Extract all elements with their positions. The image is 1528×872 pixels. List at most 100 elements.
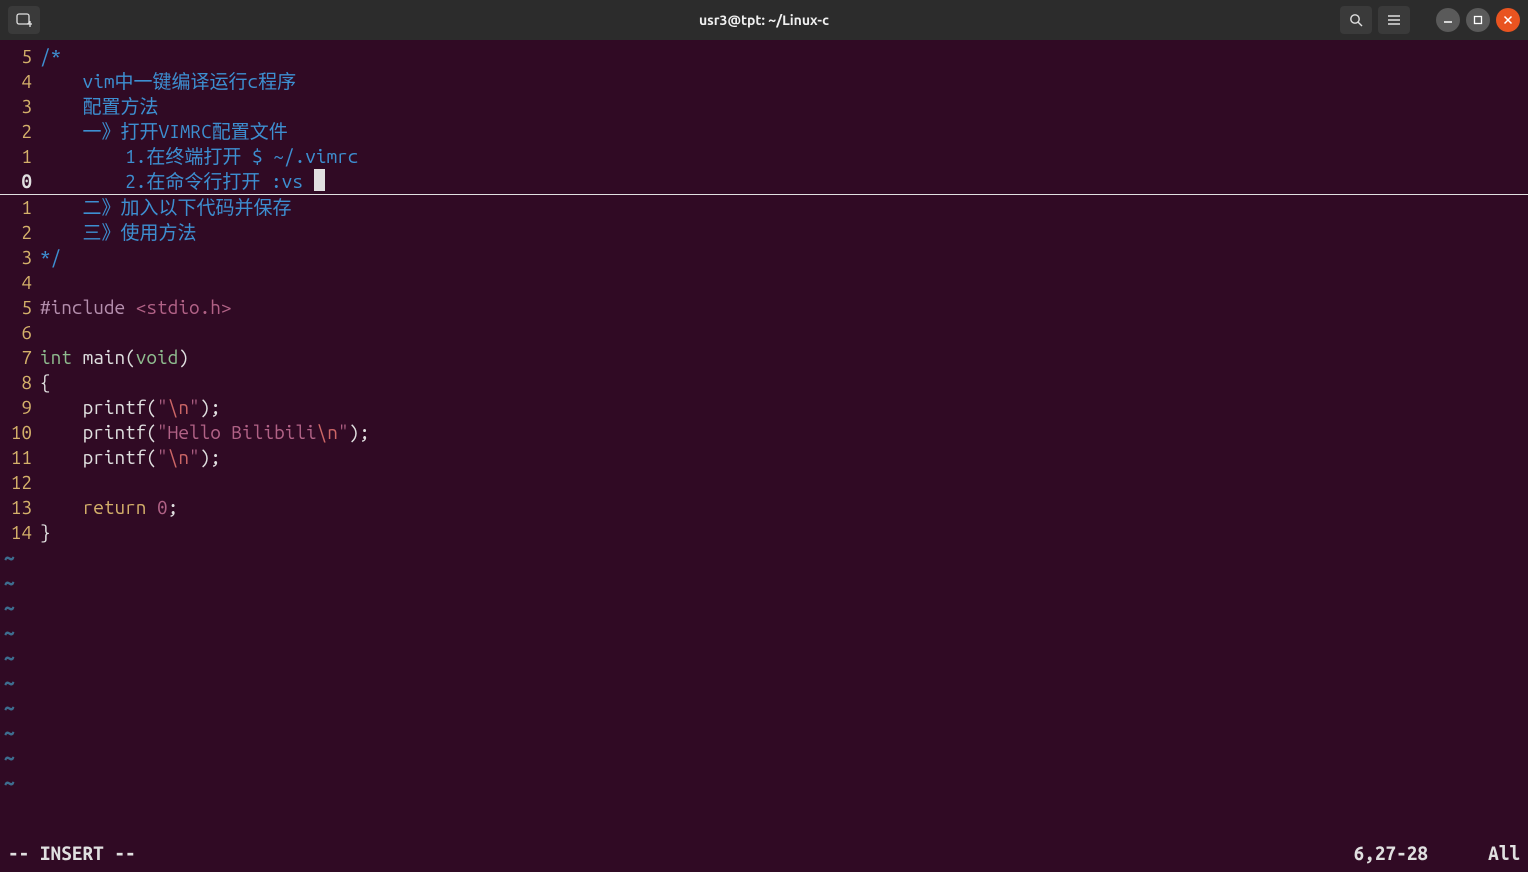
code-line[interactable]: 13 return 0; [0, 495, 1528, 520]
search-icon [1349, 13, 1363, 27]
gutter-number: 12 [0, 470, 40, 495]
minimize-icon [1443, 15, 1453, 25]
code-content [40, 470, 1528, 495]
gutter-number: 8 [0, 370, 40, 395]
gutter-number: 2 [0, 220, 40, 245]
gutter-number: 14 [0, 520, 40, 545]
code-line[interactable]: 4 vim中一键编译运行c程序 [0, 69, 1528, 94]
terminal-plus-icon [16, 13, 32, 27]
empty-line: ~ [0, 595, 1528, 620]
gutter-number: 6 [0, 320, 40, 345]
gutter-number: 3 [0, 245, 40, 270]
code-line[interactable]: 3 */ [0, 245, 1528, 270]
hamburger-icon [1387, 14, 1401, 26]
code-line[interactable]: 9 printf("\n"); [0, 395, 1528, 420]
code-content: return 0; [40, 495, 1528, 520]
text-cursor [314, 169, 325, 191]
code-line[interactable]: 7 int main(void) [0, 345, 1528, 370]
code-content: 2.在命令行打开 :vs [40, 169, 1528, 194]
tilde-icon: ~ [0, 720, 15, 745]
code-content: #include <stdio.h> [40, 295, 1528, 320]
code-content: 三》使用方法 [40, 220, 1528, 245]
code-line[interactable]: 11 printf("\n"); [0, 445, 1528, 470]
tilde-icon: ~ [0, 745, 15, 770]
code-line[interactable]: 6 [0, 320, 1528, 345]
maximize-icon [1473, 15, 1483, 25]
tilde-icon: ~ [0, 545, 15, 570]
search-button[interactable] [1340, 6, 1372, 34]
gutter-number: 1 [0, 195, 40, 220]
empty-line: ~ [0, 720, 1528, 745]
empty-line: ~ [0, 770, 1528, 795]
code-content: int main(void) [40, 345, 1528, 370]
gutter-number-current: 0 [0, 169, 40, 194]
code-content: printf("\n"); [40, 445, 1528, 470]
empty-line: ~ [0, 745, 1528, 770]
code-line-current[interactable]: 0 2.在命令行打开 :vs [0, 169, 1528, 195]
close-icon [1503, 15, 1513, 25]
tilde-icon: ~ [0, 595, 15, 620]
terminal-area[interactable]: 5 /* 4 vim中一键编译运行c程序 3 配置方法 2 一》打开VIMRC配… [0, 40, 1528, 872]
empty-line: ~ [0, 545, 1528, 570]
code-content [40, 270, 1528, 295]
window-title: usr3@tpt: ~/Linux-c [699, 12, 829, 28]
minimize-button[interactable] [1436, 8, 1460, 32]
code-line[interactable]: 2 三》使用方法 [0, 220, 1528, 245]
empty-line: ~ [0, 620, 1528, 645]
code-line[interactable]: 5 #include <stdio.h> [0, 295, 1528, 320]
gutter-number: 11 [0, 445, 40, 470]
gutter-number: 3 [0, 94, 40, 119]
empty-line: ~ [0, 670, 1528, 695]
status-position: 6,27-28 [1354, 841, 1428, 866]
code-content: vim中一键编译运行c程序 [40, 69, 1528, 94]
code-content: 一》打开VIMRC配置文件 [40, 119, 1528, 144]
code-line[interactable]: 1 1.在终端打开 $ ~/.vimrc [0, 144, 1528, 169]
code-line[interactable]: 12 [0, 470, 1528, 495]
code-content: */ [40, 245, 1528, 270]
code-line[interactable]: 1 二》加入以下代码并保存 [0, 195, 1528, 220]
code-content: /* [40, 44, 1528, 69]
code-line[interactable]: 4 [0, 270, 1528, 295]
code-content [40, 320, 1528, 345]
tilde-icon: ~ [0, 670, 15, 695]
code-line[interactable]: 2 一》打开VIMRC配置文件 [0, 119, 1528, 144]
tilde-icon: ~ [0, 770, 15, 795]
status-scroll: All [1488, 841, 1520, 866]
code-content: 配置方法 [40, 94, 1528, 119]
gutter-number: 2 [0, 119, 40, 144]
empty-line: ~ [0, 695, 1528, 720]
code-line[interactable]: 5 /* [0, 44, 1528, 69]
code-content: 二》加入以下代码并保存 [40, 195, 1528, 220]
tilde-icon: ~ [0, 570, 15, 595]
tilde-icon: ~ [0, 645, 15, 670]
code-line[interactable]: 3 配置方法 [0, 94, 1528, 119]
code-content: printf("Hello Bilibili\n"); [40, 420, 1528, 445]
tilde-icon: ~ [0, 620, 15, 645]
code-content: 1.在终端打开 $ ~/.vimrc [40, 144, 1528, 169]
gutter-number: 10 [0, 420, 40, 445]
code-line[interactable]: 8 { [0, 370, 1528, 395]
titlebar: usr3@tpt: ~/Linux-c [0, 0, 1528, 40]
gutter-number: 4 [0, 69, 40, 94]
code-content: { [40, 370, 1528, 395]
status-mode: -- INSERT -- [8, 841, 136, 866]
code-content: printf("\n"); [40, 395, 1528, 420]
gutter-number: 1 [0, 144, 40, 169]
code-content: } [40, 520, 1528, 545]
gutter-number: 5 [0, 44, 40, 69]
gutter-number: 9 [0, 395, 40, 420]
status-bar: -- INSERT -- 6,27-28 All [8, 841, 1520, 866]
gutter-number: 5 [0, 295, 40, 320]
empty-line: ~ [0, 570, 1528, 595]
gutter-number: 7 [0, 345, 40, 370]
tilde-icon: ~ [0, 695, 15, 720]
gutter-number: 13 [0, 495, 40, 520]
close-button[interactable] [1496, 8, 1520, 32]
menu-button[interactable] [1378, 6, 1410, 34]
code-line[interactable]: 10 printf("Hello Bilibili\n"); [0, 420, 1528, 445]
gutter-number: 4 [0, 270, 40, 295]
empty-line: ~ [0, 645, 1528, 670]
code-line[interactable]: 14 } [0, 520, 1528, 545]
new-tab-button[interactable] [8, 6, 40, 34]
maximize-button[interactable] [1466, 8, 1490, 32]
